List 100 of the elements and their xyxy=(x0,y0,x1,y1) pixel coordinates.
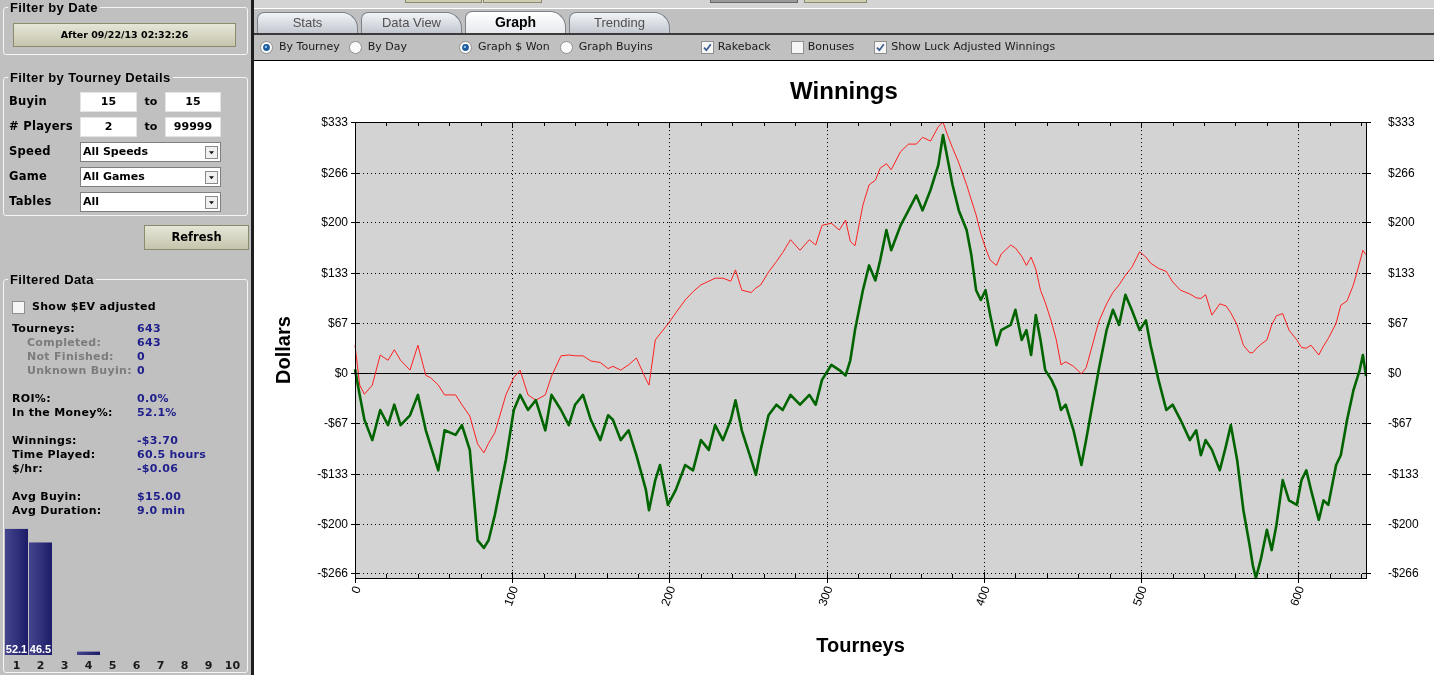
stat-value: 0 xyxy=(137,350,145,364)
checkbox-option[interactable]: Show Luck Adjusted Winnings xyxy=(874,39,1056,56)
bar-value-label: 46.5 xyxy=(29,643,52,655)
axis-tick-label: 10 xyxy=(224,659,241,672)
stat-label: Not Finished: xyxy=(26,350,115,364)
axis-title: Tourneys xyxy=(816,634,905,656)
field-label: Buyin xyxy=(9,93,49,111)
field-label: Tables xyxy=(9,193,53,211)
axis-tick-label: $67 xyxy=(327,315,348,330)
axis-tick-label: -$266 xyxy=(1388,566,1419,581)
field-label: Game xyxy=(9,168,49,186)
dropdown[interactable]: All Games xyxy=(80,167,221,187)
stat-label: Tourneys: xyxy=(12,322,76,336)
axis-tick-label: 9 xyxy=(204,659,213,672)
axis-tick-label: $266 xyxy=(321,165,348,180)
axis-tick-label: 5 xyxy=(108,659,117,672)
stat-value: 0.0% xyxy=(137,392,169,406)
axis-tick-label: $133 xyxy=(321,265,348,280)
toolbar-button[interactable] xyxy=(405,0,482,3)
caret-icon xyxy=(205,195,218,209)
axis-tick-label: 4 xyxy=(84,659,93,672)
axis-tick-label: $333 xyxy=(321,115,348,129)
axis-tick-label: 0 xyxy=(348,584,364,596)
axis-tick-label: 500 xyxy=(1129,584,1150,608)
axis-tick-label: 600 xyxy=(1287,584,1308,608)
stat-value: 9.0 min xyxy=(137,504,186,518)
caret-icon xyxy=(205,170,218,184)
radio-option[interactable]: By Day xyxy=(348,39,407,56)
stat-value: 0 xyxy=(137,364,145,378)
stat-value: 52.1% xyxy=(137,406,177,420)
axis-tick-label: $133 xyxy=(1388,265,1415,280)
axis-title: Dollars xyxy=(272,316,294,384)
stat-label: Unknown Buyin: xyxy=(26,364,133,378)
radio-option[interactable]: Graph $ Won xyxy=(458,39,550,56)
checkbox-option[interactable]: Rakeback xyxy=(700,39,771,56)
date-filter-button[interactable]: After 09/22/13 02:32:26 xyxy=(13,23,236,47)
separator-label: to xyxy=(143,118,159,135)
stat-label: ROI%: xyxy=(12,392,52,406)
axis-tick-label: -$67 xyxy=(1388,416,1413,431)
axis-tick-label: 3 xyxy=(60,659,69,672)
group-title: Filter by Tourney Details xyxy=(9,70,172,85)
axis-tick-label: $0 xyxy=(1388,366,1402,381)
input-field[interactable]: 99999 xyxy=(165,117,221,137)
axis-tick-label: -$200 xyxy=(317,516,348,531)
stat-label: Completed: xyxy=(26,336,103,350)
toolbar-button[interactable] xyxy=(804,0,867,3)
axis-tick-label: 200 xyxy=(658,584,679,608)
tab[interactable]: Data View xyxy=(361,12,462,33)
tab[interactable]: Graph xyxy=(465,11,566,33)
axis-tick-label: -$133 xyxy=(317,466,348,481)
field-label: Speed xyxy=(9,143,52,161)
input-field[interactable]: 2 xyxy=(80,117,137,137)
stat-value: 60.5 hours xyxy=(137,448,207,462)
stat-label: $/hr: xyxy=(12,462,44,476)
axis-tick-label: 400 xyxy=(972,584,993,608)
axis-tick-label: 8 xyxy=(180,659,189,672)
axis-tick-label: -$200 xyxy=(1388,516,1419,531)
input-field[interactable]: 15 xyxy=(165,92,221,112)
checkbox-option[interactable]: Show $EV adjusted xyxy=(12,300,156,314)
dropdown[interactable]: All xyxy=(80,192,221,212)
dropdown[interactable]: All Speeds xyxy=(80,142,221,162)
toolbar-field[interactable] xyxy=(710,0,798,3)
axis-tick-label: $333 xyxy=(1388,115,1415,129)
stat-label: Avg Buyin: xyxy=(12,490,83,504)
stat-value: -$0.06 xyxy=(137,462,179,476)
tab[interactable]: Trending xyxy=(569,12,670,33)
radio-option[interactable]: By Tourney xyxy=(260,39,340,56)
input-field[interactable]: 15 xyxy=(80,92,137,112)
axis-tick-label: 1 xyxy=(12,659,21,672)
group-title: Filter by Date xyxy=(9,0,99,15)
stat-value: $15.00 xyxy=(137,490,182,504)
axis-tick-label: 7 xyxy=(156,659,165,672)
axis-tick-label: $67 xyxy=(1388,315,1409,330)
axis-tick-label: 300 xyxy=(815,584,836,608)
tab[interactable]: Stats xyxy=(257,12,358,33)
axis-tick-label: $266 xyxy=(1388,165,1415,180)
group-title: Filtered Data xyxy=(9,272,95,287)
stat-label: In the Money%: xyxy=(12,406,114,420)
stat-value: 643 xyxy=(137,336,161,350)
stat-label: Time Played: xyxy=(12,448,97,462)
stat-label: Winnings: xyxy=(12,434,78,448)
toolbar-button[interactable] xyxy=(483,0,542,3)
axis-tick-label: $200 xyxy=(1388,215,1415,230)
axis-tick-label: $0 xyxy=(334,366,348,381)
stat-value: 643 xyxy=(137,322,161,336)
chart-title: Winnings xyxy=(790,77,898,104)
refresh-button[interactable]: Refresh xyxy=(144,225,249,250)
bar-value-label: 52.1 xyxy=(5,643,28,655)
stat-label: Avg Duration: xyxy=(12,504,103,518)
axis-tick-label: 2 xyxy=(36,659,45,672)
radio-option[interactable]: Graph Buyins xyxy=(559,39,653,56)
checkbox-option[interactable]: Bonuses xyxy=(790,39,855,56)
axis-tick-label: -$133 xyxy=(1388,466,1419,481)
axis-tick-label: 100 xyxy=(501,584,522,608)
field-label: # Players xyxy=(9,118,74,136)
axis-tick-label: $200 xyxy=(321,215,348,230)
caret-icon xyxy=(205,145,218,159)
axis-tick-label: -$67 xyxy=(323,416,348,431)
axis-tick-label: 6 xyxy=(132,659,141,672)
separator-label: to xyxy=(143,93,159,110)
